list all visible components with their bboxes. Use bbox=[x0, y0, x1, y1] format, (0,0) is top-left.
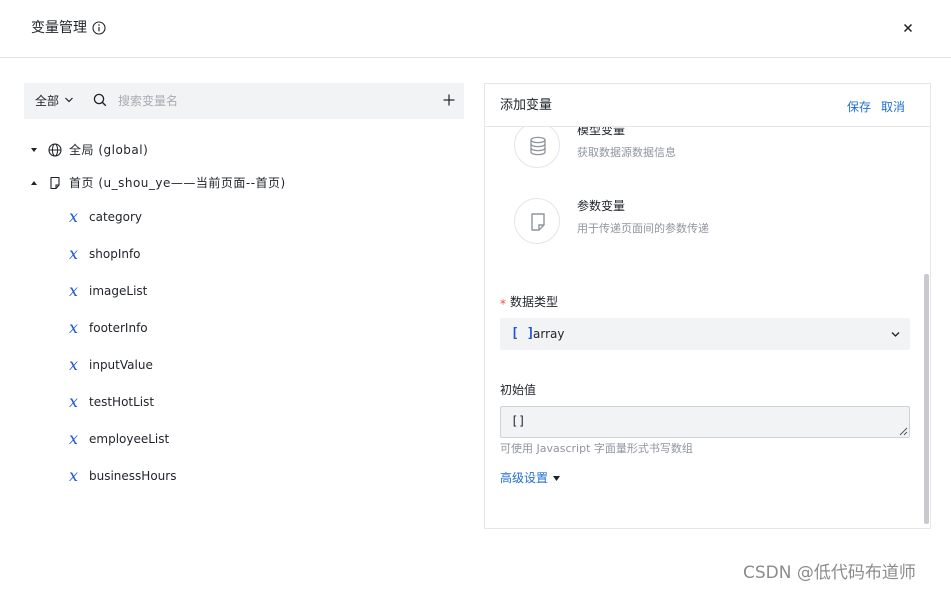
array-icon: [ ] bbox=[511, 326, 535, 341]
variable-label: inputValue bbox=[89, 358, 153, 372]
dialog-header: 变量管理 bbox=[0, 0, 951, 58]
save-button[interactable]: 保存 bbox=[847, 98, 871, 116]
cancel-button[interactable]: 取消 bbox=[881, 98, 905, 116]
variable-icon: x bbox=[69, 466, 79, 485]
search-icon bbox=[93, 93, 107, 107]
variable-label: category bbox=[89, 210, 143, 224]
variable-label: employeeList bbox=[89, 432, 170, 446]
advanced-settings-link[interactable]: 高级设置 bbox=[500, 469, 548, 487]
panel-title: 添加变量 bbox=[500, 98, 553, 113]
variable-label: businessHours bbox=[89, 469, 177, 483]
watermark: CSDN @低代码布道师 bbox=[743, 563, 916, 583]
variable-label: imageList bbox=[89, 284, 148, 298]
variable-icon: x bbox=[69, 207, 79, 226]
tree-node-page[interactable]: 首页 (u_shou_ye——当前页面--首页) bbox=[30, 173, 350, 193]
option-title: 参数变量 bbox=[577, 199, 626, 213]
caret-down-icon[interactable] bbox=[30, 146, 38, 154]
variable-icon: x bbox=[69, 392, 79, 411]
scope-filter-select[interactable]: 全部 bbox=[35, 92, 59, 110]
add-variable-icon[interactable] bbox=[442, 93, 456, 107]
page-icon bbox=[50, 176, 60, 190]
initial-value-input[interactable]: [] bbox=[500, 406, 910, 438]
variable-icon: x bbox=[69, 318, 79, 337]
variable-icon: x bbox=[69, 429, 79, 448]
option-model-variable[interactable]: 模型变量 获取数据源数据信息 bbox=[514, 122, 904, 172]
document-icon bbox=[531, 213, 545, 231]
caret-down-icon[interactable] bbox=[553, 476, 560, 481]
close-icon[interactable] bbox=[899, 19, 917, 37]
variable-item[interactable]: x employeeList bbox=[69, 429, 189, 449]
tree-node-label: 全局 (global) bbox=[69, 143, 149, 157]
panel-header: 添加变量 保存 取消 bbox=[485, 84, 930, 127]
option-desc: 获取数据源数据信息 bbox=[577, 146, 676, 159]
caret-up-icon[interactable] bbox=[30, 179, 38, 187]
initial-value-label: 初始值 bbox=[500, 383, 537, 397]
info-icon[interactable] bbox=[92, 21, 106, 35]
globe-icon bbox=[48, 143, 62, 157]
variable-item[interactable]: x testHotList bbox=[69, 392, 189, 412]
tree-node-global[interactable]: 全局 (global) bbox=[30, 140, 330, 160]
chevron-down-icon bbox=[891, 332, 900, 337]
option-icon-circle bbox=[514, 122, 560, 168]
option-icon-circle bbox=[514, 198, 560, 244]
add-variable-panel: 添加变量 保存 取消 模型变量 获取数据源数据信息 参数变量 用于传递页面间的参… bbox=[484, 83, 931, 529]
variable-label: testHotList bbox=[89, 395, 155, 409]
database-icon bbox=[530, 136, 546, 156]
data-type-value: array bbox=[533, 327, 565, 341]
data-type-label: 数据类型 bbox=[510, 295, 559, 309]
variable-item[interactable]: x footerInfo bbox=[69, 318, 189, 338]
variable-label: shopInfo bbox=[89, 247, 141, 261]
variable-icon: x bbox=[69, 281, 79, 300]
search-input[interactable] bbox=[118, 91, 418, 111]
required-mark: * bbox=[500, 297, 506, 311]
panel-scrollbar[interactable] bbox=[924, 274, 929, 524]
variable-icon: x bbox=[69, 355, 79, 374]
initial-value-hint: 可使用 Javascript 字面量形式书写数组 bbox=[500, 442, 693, 455]
variable-label: footerInfo bbox=[89, 321, 148, 335]
variable-item[interactable]: x businessHours bbox=[69, 466, 189, 486]
variable-toolbar: 全部 bbox=[24, 83, 464, 119]
option-param-variable[interactable]: 参数变量 用于传递页面间的参数传递 bbox=[514, 198, 904, 248]
variable-item[interactable]: x inputValue bbox=[69, 355, 189, 375]
data-type-select[interactable]: [ ] array bbox=[500, 318, 910, 350]
dialog-title: 变量管理 bbox=[31, 20, 87, 36]
option-desc: 用于传递页面间的参数传递 bbox=[577, 222, 709, 235]
variable-manager-dialog: 变量管理 全部 搜索变量名 全局 (global) 首页 (u_shou_ye—… bbox=[0, 0, 951, 592]
tree-node-label: 首页 (u_shou_ye——当前页面--首页) bbox=[69, 176, 286, 190]
variable-icon: x bbox=[69, 244, 79, 263]
variable-item[interactable]: x category bbox=[69, 207, 189, 227]
variable-item[interactable]: x shopInfo bbox=[69, 244, 189, 264]
variable-item[interactable]: x imageList bbox=[69, 281, 189, 301]
chevron-down-icon[interactable] bbox=[64, 95, 74, 105]
